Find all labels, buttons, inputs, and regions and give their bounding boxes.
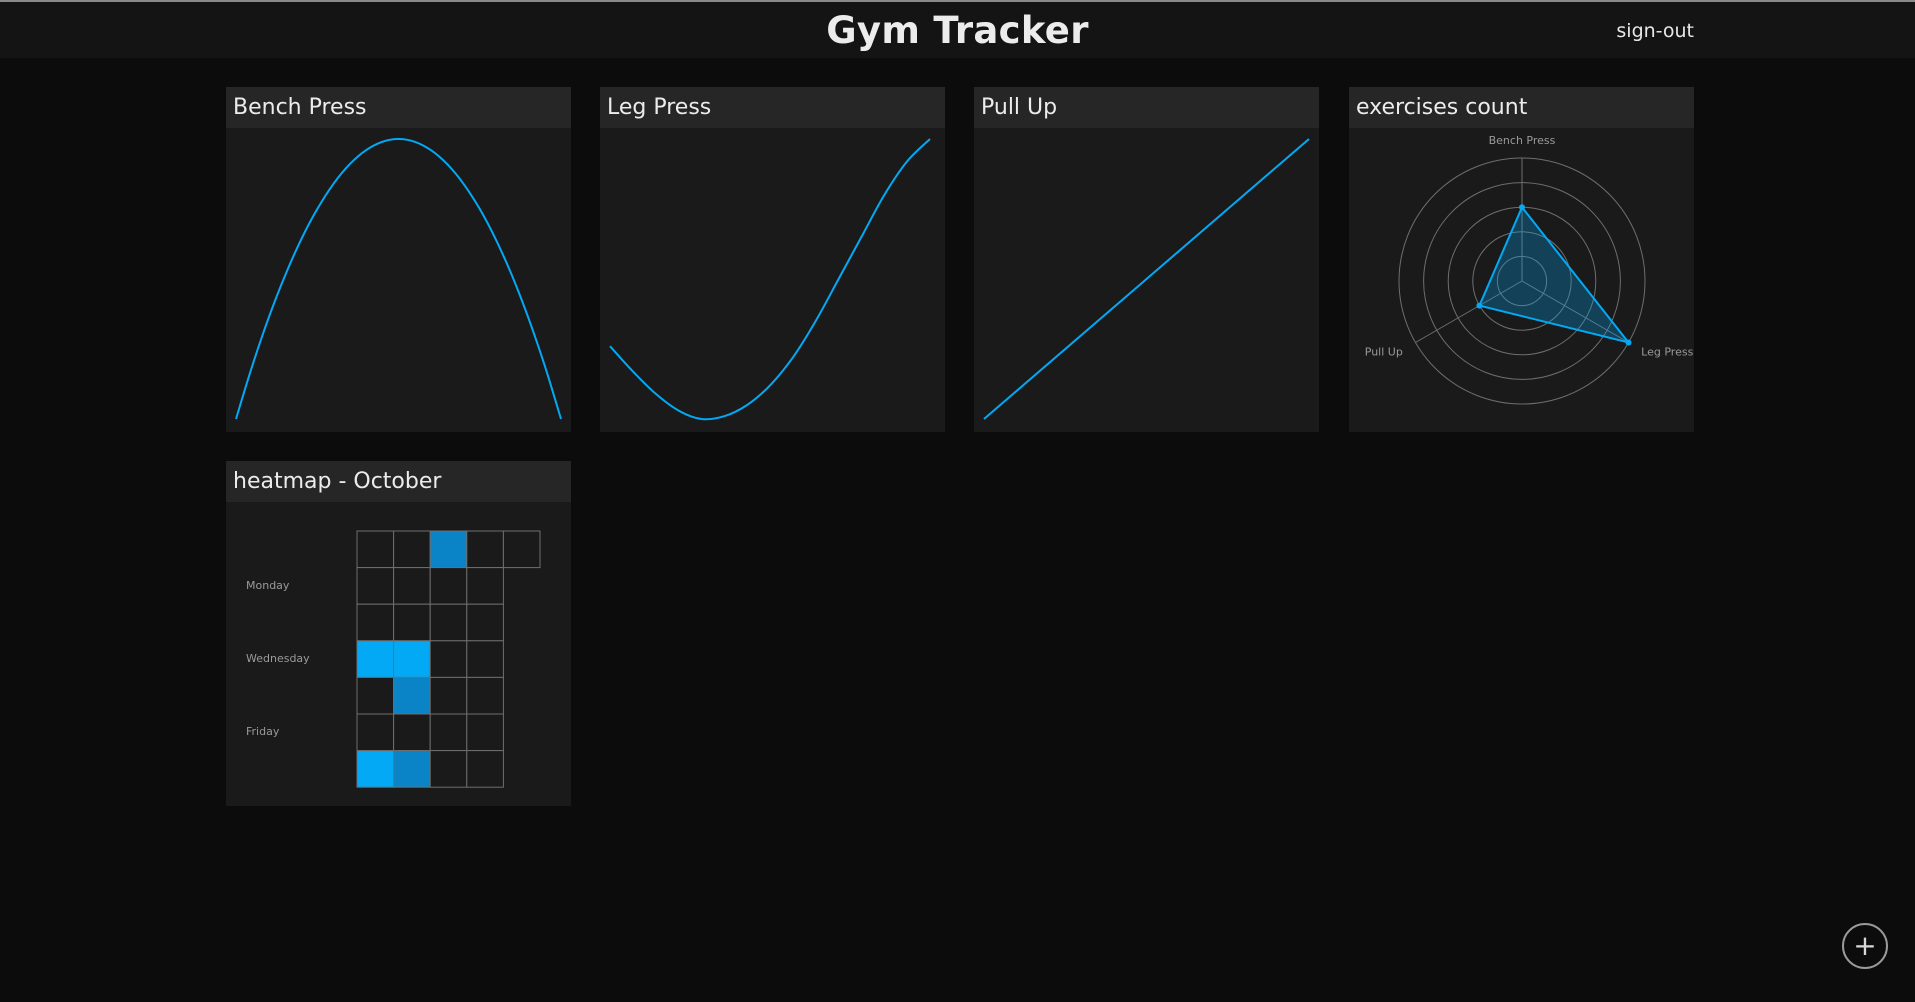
exercises-count-radar-chart: Bench Press Leg Press Pull Up — [1365, 134, 1694, 405]
heatmap-cell — [466, 640, 504, 678]
card-leg-press: Leg Press — [600, 87, 945, 432]
heatmap-cell — [356, 676, 395, 715]
heatmap-cell — [429, 530, 468, 569]
bench-press-line-chart — [235, 137, 562, 420]
heatmap-cell — [502, 530, 541, 569]
card-pull-up: Pull Up — [974, 87, 1319, 432]
card-heatmap-october: heatmap - October Monday Wednesday Friday — [226, 461, 571, 806]
heatmap-cell — [356, 713, 395, 752]
heatmap-cell — [393, 530, 431, 569]
heatmap-cell — [393, 750, 431, 788]
pull-up-line-chart — [983, 138, 1310, 420]
card-exercises-count: exercises count Bench Press Leg Press Pull… — [1349, 87, 1694, 432]
heatmap-cell — [429, 603, 468, 642]
card-title: Leg Press — [600, 87, 945, 128]
heatmap-cell — [356, 530, 395, 569]
card-title: heatmap - October — [226, 461, 571, 502]
heatmap-cell — [466, 567, 504, 605]
series-line — [235, 137, 562, 420]
heatmap-cell — [356, 750, 395, 788]
radar-axis-label: Leg Press — [1641, 346, 1693, 359]
heatmap-cell — [393, 713, 431, 752]
add-button[interactable]: + — [1842, 923, 1888, 969]
heatmap-cell — [466, 713, 504, 752]
plus-icon: + — [1853, 929, 1877, 962]
heatmap-chart: Monday Wednesday Friday — [226, 502, 571, 806]
series-line — [609, 138, 931, 421]
heatmap-cell — [429, 567, 468, 605]
heatmap-cell — [393, 640, 431, 678]
series-line — [983, 138, 1310, 420]
heatmap-cell — [429, 750, 468, 788]
radar-axis-label: Pull Up — [1365, 346, 1403, 359]
radar-point — [1476, 302, 1483, 309]
radar-point — [1625, 339, 1632, 346]
app-header: Gym Tracker sign-out — [0, 2, 1915, 58]
heatmap-cell — [466, 750, 504, 788]
heatmap-cell — [429, 713, 468, 752]
heatmap-cell — [356, 640, 395, 678]
card-bench-press: Bench Press — [226, 87, 571, 432]
heatmap-cell — [356, 603, 395, 642]
heatmap-cell — [356, 567, 395, 605]
card-title: Bench Press — [226, 87, 571, 128]
heatmap-cell — [429, 640, 468, 678]
radar-axis-label: Bench Press — [1489, 134, 1556, 147]
card-title: exercises count — [1349, 87, 1694, 128]
card-title: Pull Up — [974, 87, 1319, 128]
heatmap-cell — [393, 603, 431, 642]
heatmap-cell — [466, 530, 504, 569]
radar-series-area — [1478, 205, 1632, 345]
heatmap-cell — [429, 676, 468, 715]
sign-out-link[interactable]: sign-out — [1616, 2, 1694, 58]
heatmap-cell — [393, 676, 431, 715]
heatmap-cell — [466, 676, 504, 715]
leg-press-line-chart — [609, 138, 931, 421]
heatmap-cell — [466, 603, 504, 642]
heatmap-cell — [393, 567, 431, 605]
radar-point — [1519, 204, 1525, 211]
